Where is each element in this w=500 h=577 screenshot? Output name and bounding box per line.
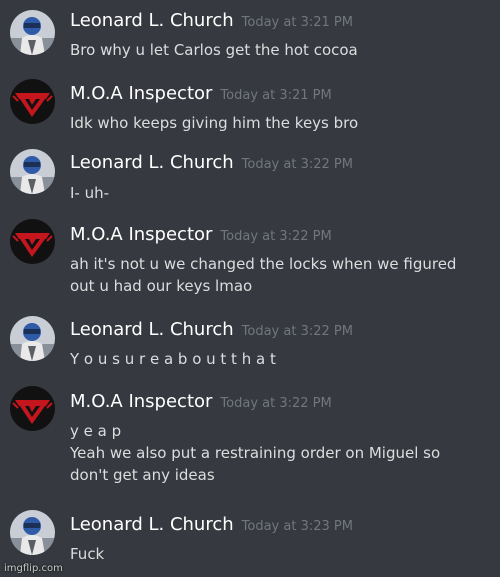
message-line: Yeah we also put a restraining order on … — [70, 444, 441, 462]
message-header: Leonard L. Church Today at 3:23 PM — [70, 514, 353, 535]
message-content: ah it's not u we changed the locks when … — [70, 253, 490, 297]
message-line: Bro why u let Carlos get the hot cocoa — [70, 41, 358, 59]
moa-emblem-avatar-icon[interactable] — [10, 219, 55, 264]
message-content: Idk who keeps giving him the keys bro — [70, 112, 490, 134]
imgflip-watermark: imgflip.com — [4, 563, 63, 574]
message-header: M.O.A Inspector Today at 3:22 PM — [70, 391, 332, 412]
timestamp: Today at 3:22 PM — [220, 229, 332, 244]
username[interactable]: Leonard L. Church — [70, 514, 234, 535]
moa-emblem-avatar-icon[interactable] — [10, 79, 55, 124]
username[interactable]: Leonard L. Church — [70, 152, 234, 173]
username[interactable]: M.O.A Inspector — [70, 83, 212, 104]
message-content: Bro why u let Carlos get the hot cocoa — [70, 39, 490, 61]
message-header: Leonard L. Church Today at 3:22 PM — [70, 152, 353, 173]
message-header: Leonard L. Church Today at 3:21 PM — [70, 10, 353, 31]
message-header: M.O.A Inspector Today at 3:22 PM — [70, 224, 332, 245]
message-content: Y o u s u r e a b o u t t h a t — [70, 348, 490, 370]
username[interactable]: Leonard L. Church — [70, 10, 234, 31]
message-line: I- uh- — [70, 184, 110, 202]
message-content: y e a p Yeah we also put a restraining o… — [70, 420, 490, 486]
timestamp: Today at 3:21 PM — [220, 88, 332, 103]
message-content: I- uh- — [70, 182, 490, 204]
message-line: y e a p — [70, 422, 122, 440]
message-line: Idk who keeps giving him the keys bro — [70, 114, 359, 132]
leonard-avatar-icon[interactable] — [10, 149, 55, 194]
message-line: Y o u s u r e a b o u t t h a t — [70, 350, 276, 368]
message-header: M.O.A Inspector Today at 3:21 PM — [70, 83, 332, 104]
leonard-avatar-icon[interactable] — [10, 510, 55, 555]
timestamp: Today at 3:23 PM — [241, 519, 353, 534]
timestamp: Today at 3:22 PM — [220, 396, 332, 411]
leonard-avatar-icon[interactable] — [10, 316, 55, 361]
message-line: out u had our keys lmao — [70, 277, 253, 295]
timestamp: Today at 3:22 PM — [241, 157, 353, 172]
username[interactable]: Leonard L. Church — [70, 319, 234, 340]
username[interactable]: M.O.A Inspector — [70, 224, 212, 245]
username[interactable]: M.O.A Inspector — [70, 391, 212, 412]
message-line: Fuck — [70, 545, 105, 563]
timestamp: Today at 3:21 PM — [241, 15, 353, 30]
message-header: Leonard L. Church Today at 3:22 PM — [70, 319, 353, 340]
timestamp: Today at 3:22 PM — [241, 324, 353, 339]
moa-emblem-avatar-icon[interactable] — [10, 386, 55, 431]
message-content: Fuck — [70, 543, 490, 565]
message-line: don't get any ideas — [70, 466, 215, 484]
message-line: ah it's not u we changed the locks when … — [70, 255, 457, 273]
leonard-avatar-icon[interactable] — [10, 10, 55, 55]
